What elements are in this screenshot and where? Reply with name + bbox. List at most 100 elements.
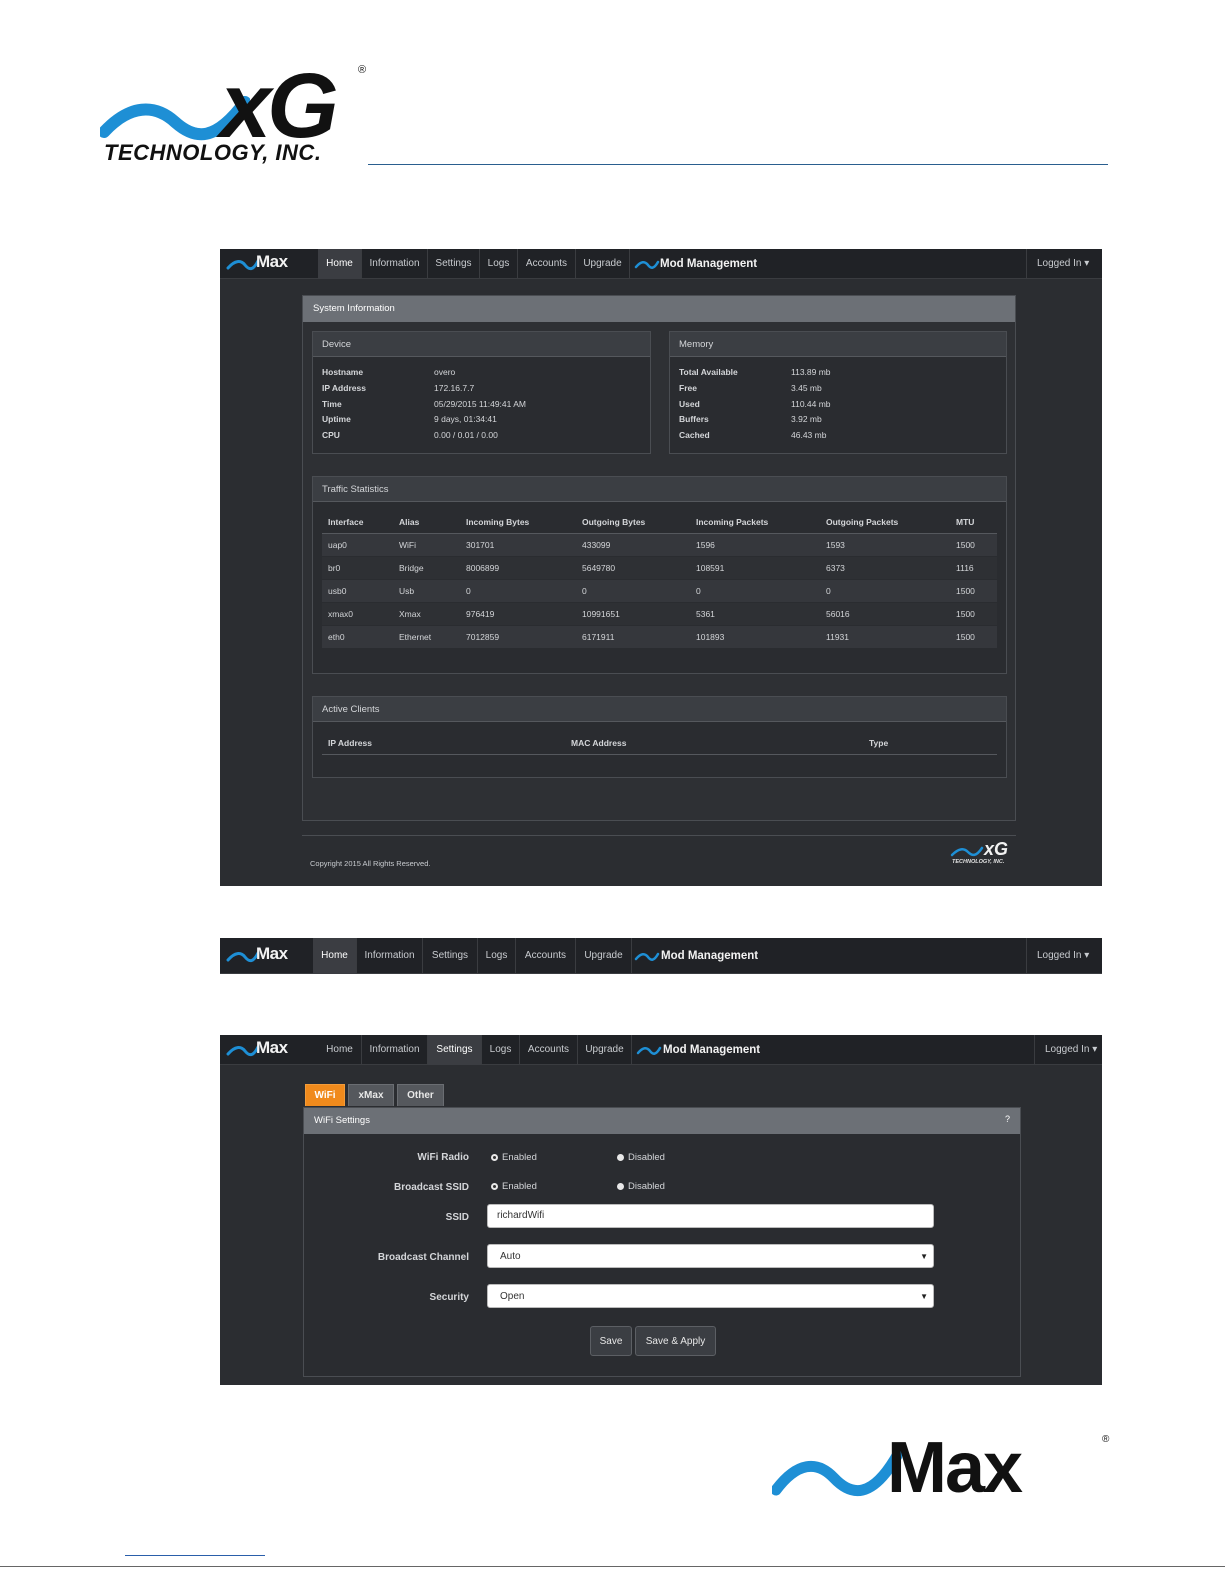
tab-accounts[interactable]: Accounts bbox=[520, 1035, 578, 1065]
tab-accounts[interactable]: Accounts bbox=[516, 938, 576, 974]
logged-in-menu[interactable]: Logged In ▾ bbox=[1034, 1035, 1102, 1065]
wifi-radio-enabled[interactable]: Enabled bbox=[491, 1152, 537, 1163]
broadcast-ssid-disabled[interactable]: Disabled bbox=[617, 1181, 665, 1192]
column-header: MAC Address bbox=[565, 732, 863, 755]
wave-icon bbox=[950, 846, 984, 857]
column-header: MTU bbox=[950, 511, 997, 534]
tab-logs[interactable]: Logs bbox=[482, 1035, 520, 1065]
mod-management-link[interactable]: Mod Management bbox=[663, 1035, 760, 1065]
xmax-brand[interactable]: Max bbox=[226, 251, 316, 277]
table-cell: 0 bbox=[690, 579, 820, 603]
save-apply-button[interactable]: Save & Apply bbox=[635, 1326, 716, 1356]
table-cell: Usb bbox=[393, 579, 460, 603]
table-cell: 8006899 bbox=[460, 556, 576, 580]
wave-icon bbox=[772, 1448, 902, 1497]
device-value: 05/29/2015 11:49:41 AM bbox=[434, 399, 527, 409]
wifi-radio-disabled[interactable]: Disabled bbox=[617, 1152, 665, 1163]
memory-panel: Memory Total Available 113.89 mb Free 3.… bbox=[669, 331, 1007, 454]
tab-settings[interactable]: Settings bbox=[428, 249, 480, 279]
memory-value: 3.45 mb bbox=[791, 383, 822, 393]
broadcast-ssid-enabled[interactable]: Enabled bbox=[491, 1181, 537, 1192]
tab-settings[interactable]: Settings bbox=[423, 938, 478, 974]
table-cell: 7012859 bbox=[460, 625, 576, 649]
caret-down-icon: ▼ bbox=[920, 1252, 928, 1261]
device-value: 9 days, 01:34:41 bbox=[434, 414, 497, 424]
device-label: Hostname bbox=[322, 367, 364, 377]
tab-accounts[interactable]: Accounts bbox=[518, 249, 576, 279]
broadcast-channel-label: Broadcast Channel bbox=[377, 1252, 469, 1263]
xmax-logo-text: Max bbox=[887, 1428, 1023, 1508]
table-cell: 6373 bbox=[820, 556, 950, 580]
table-cell: 56016 bbox=[820, 602, 950, 626]
tab-home[interactable]: Home bbox=[318, 1035, 362, 1065]
column-header: Type bbox=[863, 732, 997, 755]
logged-in-menu[interactable]: Logged In ▾ bbox=[1026, 249, 1102, 279]
table-row: usb0 Usb 0 0 0 0 1500 bbox=[322, 579, 997, 603]
brand-text: Max bbox=[256, 252, 288, 271]
radio-selected-icon bbox=[491, 1154, 498, 1161]
device-label: Uptime bbox=[322, 414, 351, 424]
device-title: Device bbox=[313, 332, 650, 357]
wave-icon bbox=[634, 952, 660, 961]
help-icon[interactable]: ? bbox=[1005, 1114, 1010, 1124]
wifi-radio-label: WiFi Radio bbox=[417, 1152, 469, 1163]
tab-upgrade[interactable]: Upgrade bbox=[576, 249, 630, 279]
tab-home[interactable]: Home bbox=[313, 938, 357, 974]
navbar-screenshot: Max Home Information Settings Logs Accou… bbox=[220, 938, 1102, 974]
table-row: uap0 WiFi 301701 433099 1596 1593 1500 bbox=[322, 533, 997, 557]
memory-label: Used bbox=[679, 399, 700, 409]
broadcast-channel-select[interactable]: Auto ▼ bbox=[487, 1244, 934, 1268]
tab-home[interactable]: Home bbox=[318, 249, 362, 279]
mod-management-link[interactable]: Mod Management bbox=[661, 938, 758, 974]
tab-information[interactable]: Information bbox=[362, 1035, 428, 1065]
tab-logs[interactable]: Logs bbox=[478, 938, 516, 974]
tab-upgrade[interactable]: Upgrade bbox=[578, 1035, 632, 1065]
tab-upgrade[interactable]: Upgrade bbox=[576, 938, 632, 974]
ssid-label: SSID bbox=[445, 1212, 469, 1223]
mod-management-link[interactable]: Mod Management bbox=[660, 249, 757, 279]
select-value: Auto bbox=[500, 1251, 521, 1262]
clients-table: IP Address MAC Address Type bbox=[322, 732, 997, 755]
tab-information[interactable]: Information bbox=[357, 938, 423, 974]
table-header-row: Interface Alias Incoming Bytes Outgoing … bbox=[322, 511, 997, 534]
table-cell: 1596 bbox=[690, 533, 820, 557]
table-cell: Xmax bbox=[393, 602, 460, 626]
navbar: Max Home Information Settings Logs Accou… bbox=[220, 1035, 1102, 1065]
subtab-xmax[interactable]: xMax bbox=[348, 1084, 394, 1106]
subtab-wifi[interactable]: WiFi bbox=[305, 1084, 345, 1106]
table-cell: Bridge bbox=[393, 556, 460, 580]
xmax-brand[interactable]: Max bbox=[226, 1037, 316, 1063]
tab-logs[interactable]: Logs bbox=[480, 249, 518, 279]
table-cell: 10991651 bbox=[576, 602, 690, 626]
wave-icon bbox=[636, 1046, 662, 1055]
table-cell: 1500 bbox=[950, 533, 997, 557]
security-select[interactable]: Open ▼ bbox=[487, 1284, 934, 1308]
table-cell: 6171911 bbox=[576, 625, 690, 649]
logged-in-menu[interactable]: Logged In ▾ bbox=[1026, 938, 1102, 974]
tab-settings[interactable]: Settings bbox=[428, 1035, 482, 1065]
radio-icon bbox=[617, 1154, 624, 1161]
memory-title: Memory bbox=[670, 332, 1006, 357]
table-row: eth0 Ethernet 7012859 6171911 101893 119… bbox=[322, 625, 997, 649]
tab-information[interactable]: Information bbox=[362, 249, 428, 279]
table-cell: 301701 bbox=[460, 533, 576, 557]
wifi-settings-panel: WiFi Settings ? WiFi Radio Enabled Disab… bbox=[303, 1107, 1021, 1377]
brand-text: Max bbox=[256, 944, 288, 963]
wave-icon bbox=[226, 1045, 260, 1057]
memory-value: 110.44 mb bbox=[791, 399, 831, 409]
footer-logo-text: xG bbox=[984, 839, 1009, 859]
column-header: Interface bbox=[322, 511, 393, 534]
ssid-input[interactable]: richardWifi bbox=[487, 1204, 934, 1228]
save-button[interactable]: Save bbox=[590, 1326, 632, 1356]
memory-label: Cached bbox=[679, 430, 710, 440]
radio-icon bbox=[617, 1183, 624, 1190]
broadcast-ssid-label: Broadcast SSID bbox=[393, 1182, 469, 1193]
column-header: Alias bbox=[393, 511, 460, 534]
device-value: 172.16.7.7 bbox=[434, 383, 475, 393]
table-cell: Ethernet bbox=[393, 625, 460, 649]
subtab-other[interactable]: Other bbox=[397, 1084, 444, 1106]
table-cell: 5361 bbox=[690, 602, 820, 626]
device-label: Time bbox=[322, 399, 342, 409]
wave-icon bbox=[226, 259, 260, 271]
xmax-brand[interactable]: Max bbox=[226, 943, 316, 969]
